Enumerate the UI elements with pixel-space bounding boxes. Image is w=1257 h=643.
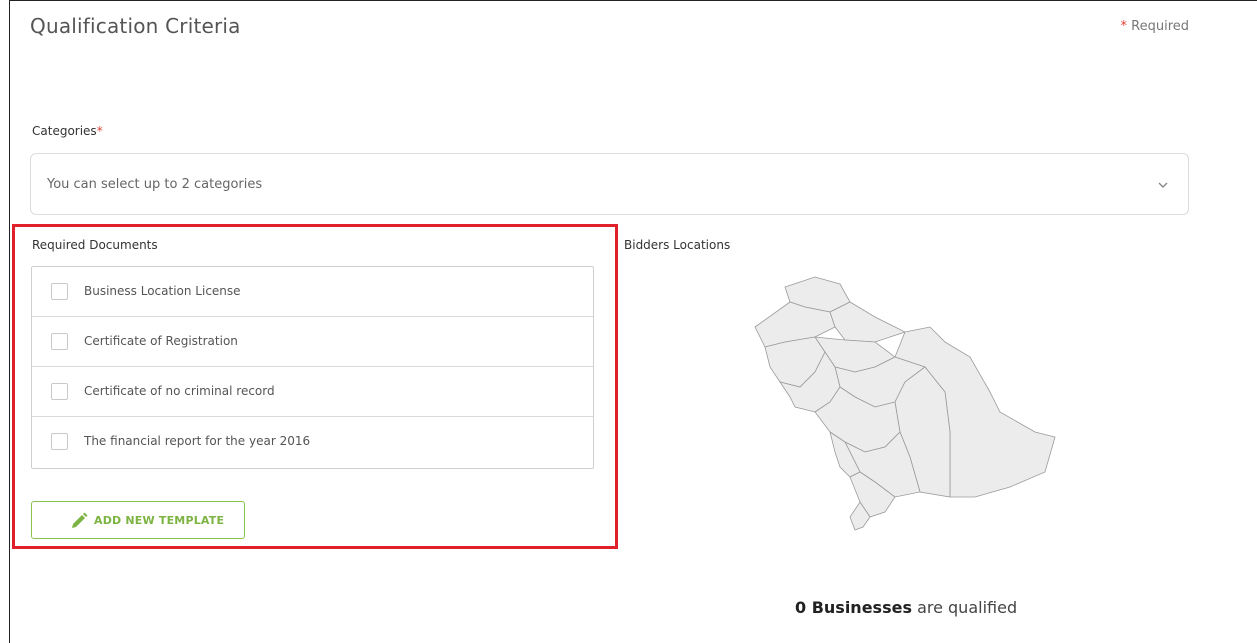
- document-label: Certificate of Registration: [84, 334, 238, 348]
- qualified-businesses-summary: 0 Businesses are qualified: [795, 598, 1017, 617]
- required-documents-label: Required Documents: [32, 238, 158, 252]
- document-label: Business Location License: [84, 284, 241, 298]
- qualified-count: 0 Businesses: [795, 598, 912, 617]
- document-label: Certificate of no criminal record: [84, 384, 275, 398]
- categories-label: Categories*: [32, 124, 103, 138]
- page-title: Qualification Criteria: [30, 14, 241, 38]
- document-item[interactable]: The financial report for the year 2016: [32, 417, 593, 467]
- add-new-template-button[interactable]: ADD NEW TEMPLATE: [31, 501, 245, 539]
- categories-select[interactable]: You can select up to 2 categories: [30, 153, 1189, 215]
- document-checkbox[interactable]: [51, 333, 68, 350]
- required-legend-text: Required: [1131, 19, 1189, 34]
- document-item[interactable]: Certificate of Registration: [32, 317, 593, 367]
- add-new-template-label: ADD NEW TEMPLATE: [94, 514, 225, 527]
- categories-label-text: Categories: [32, 124, 97, 138]
- categories-select-placeholder: You can select up to 2 categories: [47, 177, 263, 192]
- pencil-icon: [72, 512, 88, 528]
- saudi-arabia-map: [754, 276, 1056, 531]
- required-documents-list: Business Location License Certificate of…: [31, 266, 594, 469]
- document-item[interactable]: Business Location License: [32, 267, 593, 317]
- document-checkbox[interactable]: [51, 383, 68, 400]
- document-item[interactable]: Certificate of no criminal record: [32, 367, 593, 417]
- required-star: *: [96, 124, 103, 138]
- qualified-suffix: are qualified: [917, 598, 1018, 617]
- map-region: [829, 301, 907, 343]
- chevron-down-icon: [1158, 182, 1168, 188]
- required-star: *: [1120, 19, 1128, 34]
- document-checkbox[interactable]: [51, 283, 68, 300]
- document-label: The financial report for the year 2016: [84, 434, 311, 448]
- required-legend: * Required: [1121, 19, 1190, 34]
- document-checkbox[interactable]: [51, 433, 68, 450]
- bidders-locations-label: Bidders Locations: [624, 238, 731, 252]
